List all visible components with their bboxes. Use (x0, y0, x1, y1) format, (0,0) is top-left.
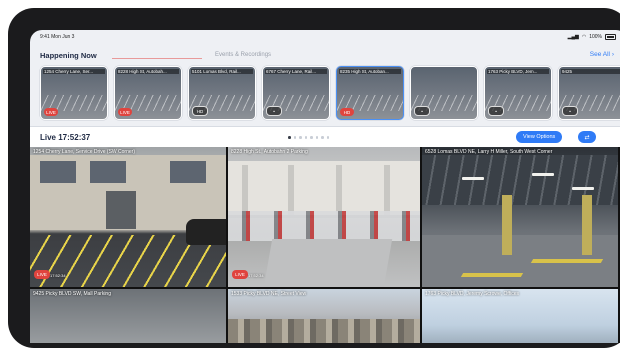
live-badge: LIVE (118, 108, 132, 116)
camera-timestamp: 17:52:34 (50, 273, 66, 278)
see-all-link[interactable]: See All › (590, 51, 614, 58)
tab-happening-now[interactable]: Happening Now (40, 51, 97, 60)
battery-percent: 100% (589, 34, 602, 40)
camera-label: 6528 Lomas BLVD NE, Larry H Miller, Sout… (425, 149, 553, 155)
camera-label: 9425 Picky BLVD SW, Mall Parking (33, 291, 111, 297)
thumbnail-card[interactable]: 6767 Cherry Lane, Rail... • (262, 66, 330, 120)
page-dot (293, 136, 296, 139)
status-badge: • (266, 106, 282, 116)
camera-label: 8228 High St., Autobahn 2 Parking (231, 149, 308, 155)
thumbnail-label: 8228 High St, Autobah... (117, 69, 179, 74)
page-dot (310, 136, 313, 139)
live-badge: LIVE (44, 108, 58, 116)
camera-label: 1254 Cherry Lane, Service Drive (SW Corn… (33, 149, 135, 155)
thumbnail-card[interactable]: 9425 • (558, 66, 620, 120)
status-badge: • (562, 106, 578, 116)
page-dot (304, 136, 307, 139)
status-time: 9:41 Mon Jun 3 (40, 34, 75, 40)
live-header: Live 17:52:37 View Options ⇄ (30, 126, 620, 147)
hd-badge: HD (340, 108, 354, 116)
thumbnail-card[interactable]: 1254 Cherry Lane, Ser... LIVE (40, 66, 108, 120)
thumbnail-card[interactable]: 8228 High St, Autobah... LIVE (114, 66, 182, 120)
thumbnail-label: 9425 (561, 69, 620, 74)
thumbnail-label: 5101 Lomas Blvd, Rail... (191, 69, 253, 74)
thumbnail-card[interactable]: • (410, 66, 478, 120)
page-dot (288, 136, 291, 139)
tab-events-recordings[interactable]: Events & Recordings (215, 52, 271, 58)
camera-tile[interactable]: 6528 Lomas BLVD NE, Larry H Miller, Sout… (422, 147, 618, 287)
see-all-label: See All (589, 51, 611, 58)
hd-badge: HD (192, 106, 208, 116)
signal-icon: ▂▄▆ (567, 34, 579, 40)
battery-icon (605, 34, 616, 40)
thumbnail-label: 8235 High St, Autoban... (339, 69, 401, 74)
status-badge: • (488, 106, 504, 116)
layout-toggle-button[interactable]: ⇄ (578, 131, 596, 143)
page-dot (315, 136, 318, 139)
wifi-icon: ◠ (581, 34, 587, 40)
status-bar: 9:41 Mon Jun 3 ▂▄▆ ◠ 100% (30, 30, 620, 44)
page-dot (321, 136, 324, 139)
thumbnail-label: 6767 Cherry Lane, Rail... (265, 69, 327, 74)
page-dot (326, 136, 329, 139)
page-indicator[interactable] (288, 136, 329, 139)
camera-label: 1763 Picky BLVD, Jeremy Scrowe, Offices (425, 291, 520, 297)
camera-grid: 1254 Cherry Lane, Service Drive (SW Corn… (30, 147, 620, 343)
camera-tile[interactable]: 8228 High St., Autobahn 2 Parking LIVE 1… (228, 147, 420, 287)
page-dot (299, 136, 302, 139)
camera-tile[interactable]: 1254 Cherry Lane, Service Drive (SW Corn… (30, 147, 226, 287)
camera-label: 1533 Picky BLVD NE, Street View (231, 291, 307, 297)
thumbnail-card[interactable]: 5101 Lomas Blvd, Rail... HD (188, 66, 256, 120)
thumbnail-label: 1254 Cherry Lane, Ser... (43, 69, 105, 74)
app-screen: 9:41 Mon Jun 3 ▂▄▆ ◠ 100% Happening Now … (30, 30, 620, 343)
swap-icon: ⇄ (584, 134, 590, 141)
tab-indicator (112, 58, 202, 59)
thumbnail-label: 1763 Picky BLVD, Jem... (487, 69, 549, 74)
view-options-button[interactable]: View Options (516, 131, 563, 143)
thumbnail-card[interactable]: 1763 Picky BLVD, Jem... • (484, 66, 552, 120)
live-badge: LIVE (34, 270, 50, 279)
live-title: Live 17:52:37 (40, 133, 91, 142)
happening-header: Happening Now Events & Recordings See Al… (40, 48, 616, 62)
camera-timestamp: 17:52:34 (248, 273, 264, 278)
live-badge: LIVE (232, 270, 248, 279)
status-badge: • (414, 106, 430, 116)
happening-thumbnails: 1254 Cherry Lane, Ser... LIVE 8228 High … (40, 66, 620, 122)
ipad-frame: 9:41 Mon Jun 3 ▂▄▆ ◠ 100% Happening Now … (8, 8, 620, 348)
thumbnail-card[interactable]: 8235 High St, Autoban... HD (336, 66, 404, 120)
chevron-right-icon: › (611, 51, 614, 58)
